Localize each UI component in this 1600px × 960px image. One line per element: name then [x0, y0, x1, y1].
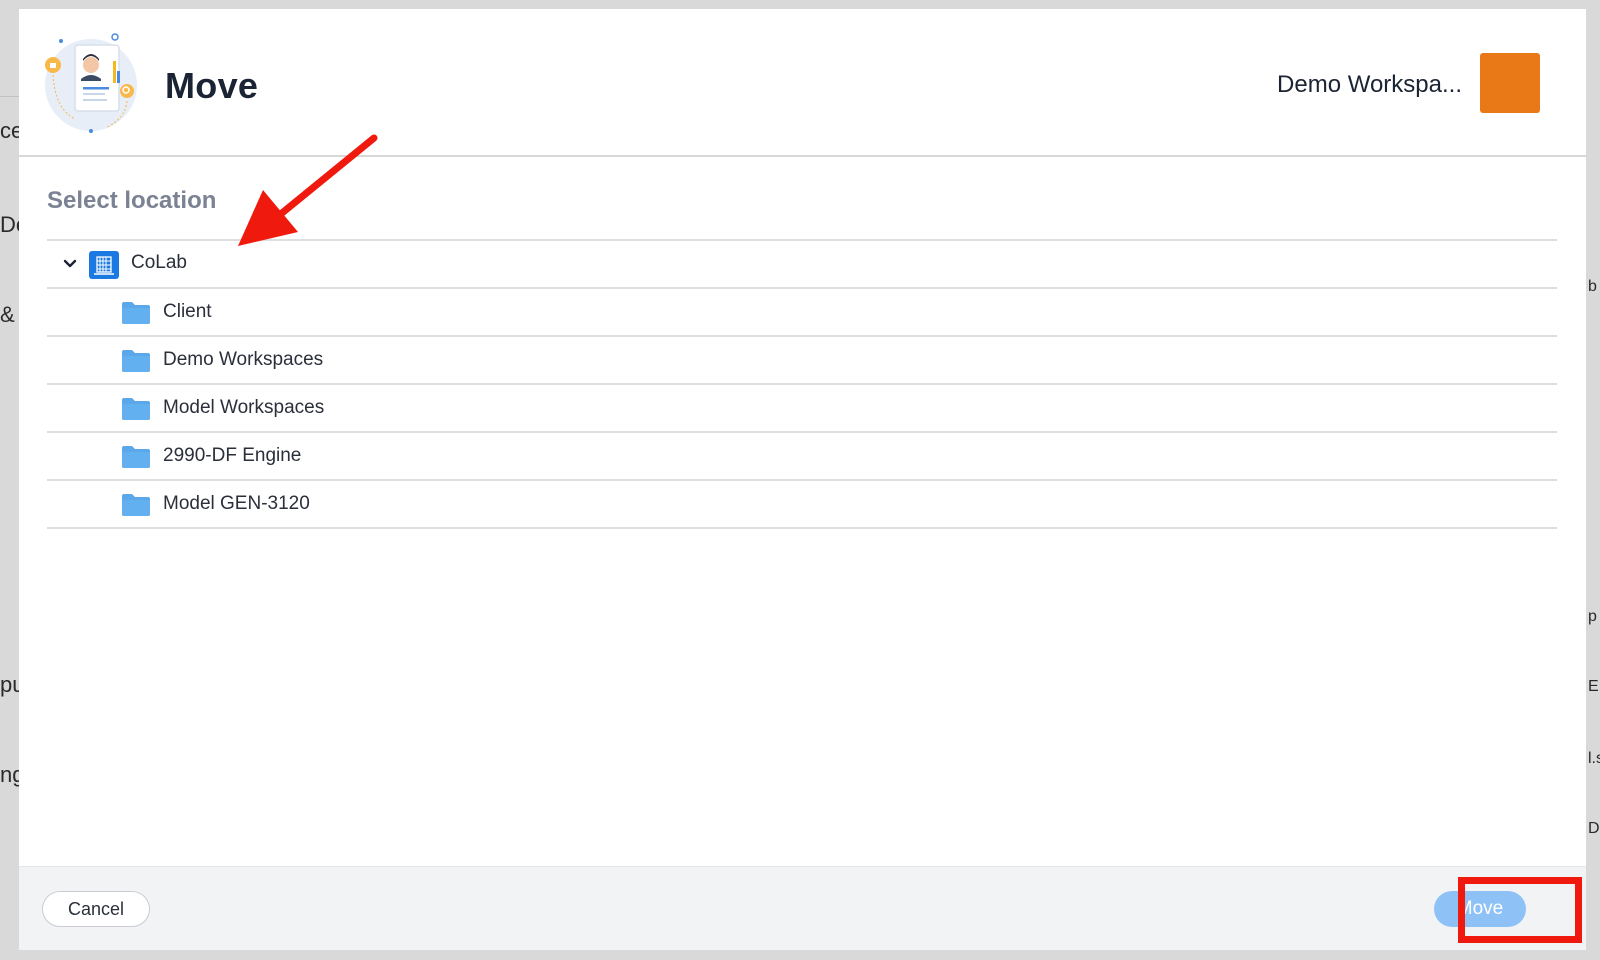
- tree-item-label: Demo Workspaces: [163, 349, 324, 370]
- select-location-label: Select location: [47, 187, 217, 214]
- tree-item-demo-workspaces[interactable]: Demo Workspaces: [47, 337, 1557, 385]
- tree-item-model-workspaces[interactable]: Model Workspaces: [47, 385, 1557, 433]
- tree-root-colab[interactable]: CoLab: [47, 241, 1557, 289]
- bg-divider: [0, 96, 19, 97]
- folder-icon: [122, 494, 150, 516]
- annotation-highlight-box: [1458, 877, 1582, 943]
- bg-text-fragment: D: [1588, 820, 1600, 837]
- tree-item-label: 2990-DF Engine: [163, 445, 302, 466]
- folder-icon: [122, 446, 150, 468]
- bg-text-fragment: b: [1588, 278, 1597, 295]
- location-tree: CoLab Client Demo Workspaces Model Works…: [47, 239, 1557, 529]
- tree-root-label: CoLab: [131, 252, 187, 273]
- workspace-avatar[interactable]: [1480, 53, 1540, 113]
- dialog-title: Move: [165, 65, 259, 106]
- tree-item-2990-df-engine[interactable]: 2990-DF Engine: [47, 433, 1557, 481]
- bg-text-fragment: p: [1588, 608, 1597, 625]
- tree-item-label: Model GEN-3120: [163, 493, 310, 514]
- folder-icon: [122, 350, 150, 372]
- dialog-footer: Cancel Move: [19, 866, 1586, 950]
- folder-icon: [122, 398, 150, 420]
- org-building-icon: [89, 251, 119, 279]
- chevron-down-icon[interactable]: [59, 253, 81, 275]
- tree-item-label: Client: [163, 301, 212, 322]
- tree-item-model-gen-3120[interactable]: Model GEN-3120: [47, 481, 1557, 529]
- tree-item-client[interactable]: Client: [47, 289, 1557, 337]
- folder-icon: [122, 302, 150, 324]
- dialog-header: Move Demo Workspa...: [19, 9, 1586, 157]
- bg-text-fragment: E: [1588, 678, 1599, 695]
- bg-text-fragment: l.s: [1588, 750, 1600, 767]
- location-panel: Select location CoLab Client Demo Worksp…: [47, 169, 1557, 529]
- tree-item-label: Model Workspaces: [163, 397, 325, 418]
- workspace-name[interactable]: Demo Workspa...: [1277, 71, 1462, 99]
- document-profile-illustration-icon: [45, 33, 137, 133]
- cancel-button[interactable]: Cancel: [42, 891, 150, 927]
- move-dialog: Move Demo Workspa... Select location CoL…: [19, 9, 1586, 950]
